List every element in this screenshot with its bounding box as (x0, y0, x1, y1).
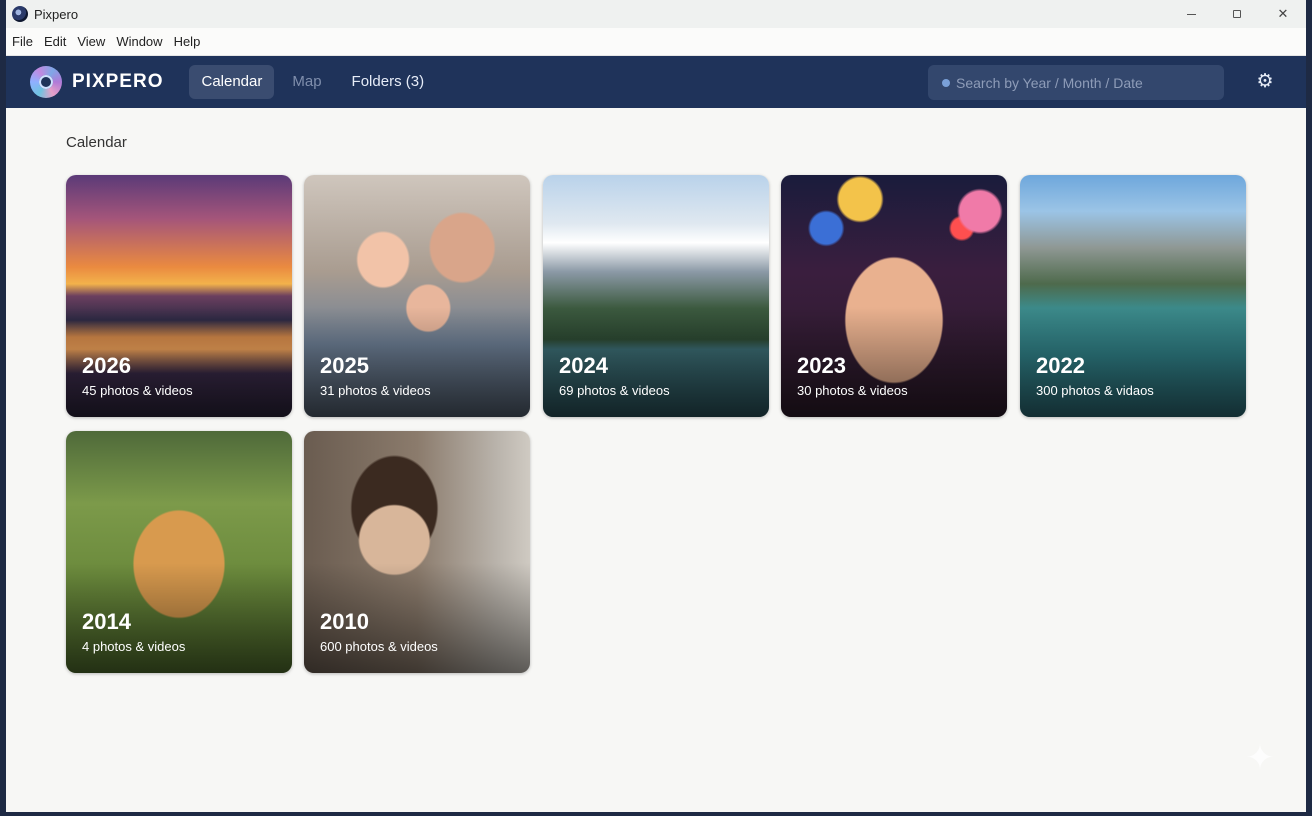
search-box[interactable] (928, 65, 1224, 100)
maximize-button[interactable] (1214, 0, 1260, 28)
search-icon (942, 78, 950, 87)
menu-window[interactable]: Window (115, 34, 168, 49)
year-card-2022[interactable]: 2022 300 photos & vidaos (1020, 175, 1246, 417)
card-year: 2022 (1036, 353, 1085, 378)
window-controls: ✕ (1168, 0, 1306, 28)
card-year: 2010 (320, 609, 369, 634)
menu-bar: File Edit View Window Help (6, 28, 1306, 56)
sparkle-icon: ✦ (1245, 739, 1275, 777)
card-count: 31 photos & videos (320, 383, 431, 398)
minimize-button[interactable] (1168, 0, 1214, 28)
card-year: 2025 (320, 353, 369, 378)
year-card-2010[interactable]: 2010 600 photos & videos (304, 431, 530, 673)
year-card-2024[interactable]: 2024 69 photos & videos (543, 175, 769, 417)
title-bar: Pixpero ✕ (6, 0, 1306, 28)
logo-text: PIXPERO (72, 71, 164, 92)
close-button[interactable]: ✕ (1260, 0, 1306, 28)
card-count: 30 photos & videos (797, 383, 908, 398)
app-window: Pixpero ✕ File Edit View Window Help PIX… (6, 0, 1306, 812)
card-year: 2023 (797, 353, 846, 378)
window-title: Pixpero (34, 6, 79, 22)
search-input[interactable] (956, 74, 1216, 91)
year-card-2025[interactable]: 2025 31 photos & videos (304, 175, 530, 417)
logo-icon (30, 66, 62, 98)
card-year: 2014 (82, 609, 131, 634)
tab-folders[interactable]: Folders (3) (340, 65, 437, 99)
card-year: 2026 (82, 353, 131, 378)
card-count: 45 photos & videos (82, 383, 193, 398)
page-title: Calendar (66, 134, 127, 151)
menu-help[interactable]: Help (173, 34, 207, 49)
close-icon: ✕ (1277, 6, 1289, 21)
tab-map[interactable]: Map (280, 65, 333, 99)
nav-tabs: Calendar Map Folders (3) (189, 65, 442, 99)
year-card-2023[interactable]: 2023 30 photos & videos (781, 175, 1007, 417)
menu-edit[interactable]: Edit (43, 34, 72, 49)
settings-gear-icon[interactable]: ⚙ (1254, 71, 1276, 93)
card-count: 300 photos & vidaos (1036, 383, 1154, 398)
year-card-2014[interactable]: 2014 4 photos & videos (66, 431, 292, 673)
card-count: 600 photos & videos (320, 639, 438, 654)
tab-calendar[interactable]: Calendar (189, 65, 275, 99)
menu-view[interactable]: View (76, 34, 111, 49)
maximize-icon (1233, 10, 1241, 18)
card-year: 2024 (559, 353, 608, 378)
card-count: 4 photos & videos (82, 639, 186, 654)
minimize-icon (1186, 13, 1196, 15)
card-count: 69 photos & videos (559, 383, 670, 398)
year-card-2026[interactable]: 2026 45 photos & videos (66, 175, 292, 417)
app-icon (12, 6, 28, 22)
nav-bar: PIXPERO Calendar Map Folders (3) ⚙ (6, 56, 1306, 108)
menu-file[interactable]: File (11, 34, 39, 49)
